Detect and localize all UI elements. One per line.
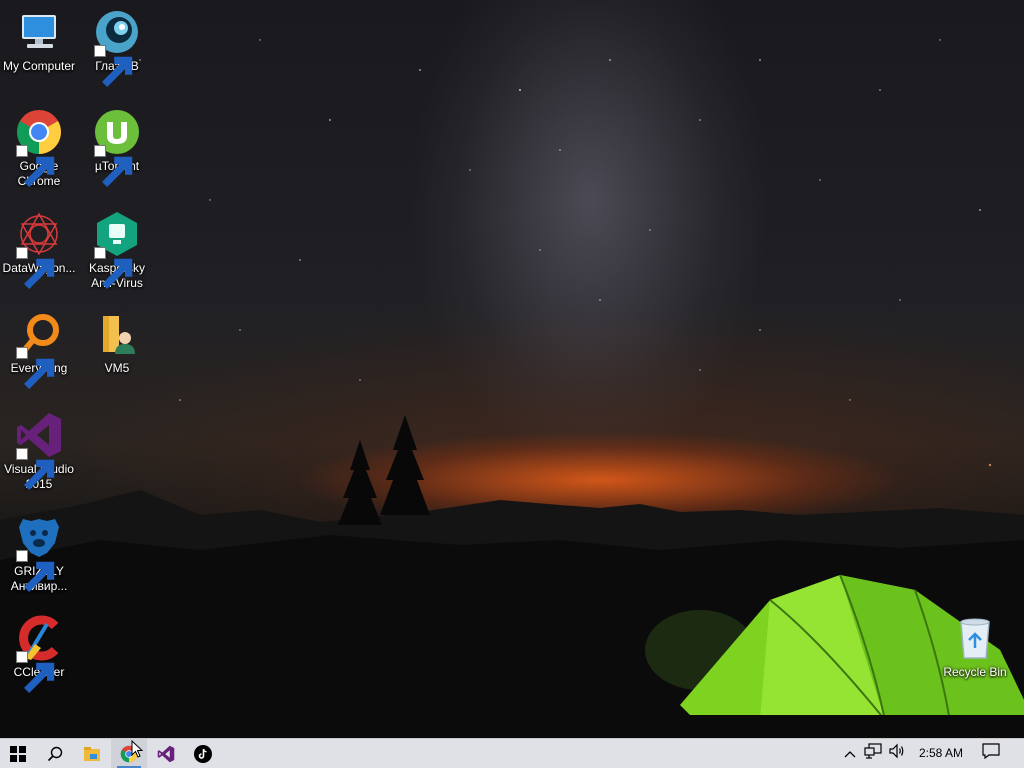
desktop-icon-grizzly[interactable]: GRIZZLY Антивир... xyxy=(0,513,78,594)
folder-user-icon xyxy=(93,310,141,358)
chevron-up-icon xyxy=(844,745,856,763)
desktop-icon-everything[interactable]: Everything xyxy=(0,310,78,389)
stars xyxy=(139,39,992,467)
shortcut-arrow-icon xyxy=(16,145,55,187)
desktop-icon-recycle-bin[interactable]: Recycle Bin xyxy=(936,614,1014,680)
start-button[interactable] xyxy=(0,739,36,768)
kaspersky-icon xyxy=(93,210,141,289)
ccleaner-icon xyxy=(15,614,63,693)
desktop-icon-vm5[interactable]: VM5 xyxy=(78,310,156,376)
shortcut-arrow-icon xyxy=(16,247,55,289)
volume-button[interactable] xyxy=(886,739,908,768)
desktop-icon-my-computer[interactable]: My Computer xyxy=(0,8,78,74)
visual-studio-icon xyxy=(157,745,175,763)
search-button[interactable] xyxy=(37,739,73,768)
action-center-button[interactable] xyxy=(978,739,1004,768)
grizzly-bear-icon xyxy=(15,513,63,592)
taskbar: 2:58 AM xyxy=(0,738,1024,768)
shortcut-arrow-icon xyxy=(94,247,133,289)
utorrent-icon xyxy=(93,108,141,187)
computer-icon xyxy=(15,8,63,56)
tiktok-icon xyxy=(194,744,212,763)
action-center-icon xyxy=(982,743,1000,764)
network-icon xyxy=(864,743,882,764)
glaz-tv-icon xyxy=(93,8,141,87)
windows-logo-icon xyxy=(10,745,26,762)
file-explorer-icon xyxy=(83,746,101,762)
desktop-icon-label: My Computer xyxy=(2,59,76,73)
visual-studio-taskbar-button[interactable] xyxy=(148,739,184,768)
desktop-icon-label: Recycle Bin xyxy=(943,665,1007,679)
shortcut-arrow-icon xyxy=(94,145,133,187)
desktop-icon-google-chrome[interactable]: Google Chrome xyxy=(0,108,78,189)
shortcut-arrow-icon xyxy=(16,448,55,490)
shortcut-arrow-icon xyxy=(16,347,55,389)
desktop-icon-glaz-tv[interactable]: Глаз.ТВ xyxy=(78,8,156,87)
volume-icon xyxy=(888,743,906,764)
tiktok-taskbar-button[interactable] xyxy=(185,739,221,768)
search-icon xyxy=(47,746,63,762)
desktop-icon-kaspersky[interactable]: Kaspersky Anti-Virus xyxy=(78,210,156,291)
datawagon-icon xyxy=(15,210,63,289)
desktop-icon-datawagon[interactable]: DataWagon... xyxy=(0,210,78,289)
file-explorer-button[interactable] xyxy=(74,739,110,768)
visual-studio-icon xyxy=(15,411,63,490)
desktop-icon-visual-studio[interactable]: Visual Studio 2015 xyxy=(0,411,78,492)
shortcut-arrow-icon xyxy=(16,550,55,592)
shortcut-arrow-icon xyxy=(16,651,55,693)
arrow-cursor-icon xyxy=(131,739,144,763)
desktop-icon-ccleaner[interactable]: CCleaner xyxy=(0,614,78,693)
recycle-bin-icon xyxy=(951,614,999,662)
everything-search-icon xyxy=(15,310,63,389)
desktop-icon-utorrent[interactable]: µTorrent xyxy=(78,108,156,187)
desktop-icon-label: VM5 xyxy=(104,361,130,375)
shortcut-arrow-icon xyxy=(94,45,133,87)
taskbar-clock[interactable]: 2:58 AM xyxy=(912,739,970,768)
network-status-button[interactable] xyxy=(862,739,884,768)
chrome-icon xyxy=(15,108,63,187)
show-hidden-icons-button[interactable] xyxy=(842,739,858,768)
mouse-cursor xyxy=(131,739,144,764)
pine-trees xyxy=(338,415,430,525)
